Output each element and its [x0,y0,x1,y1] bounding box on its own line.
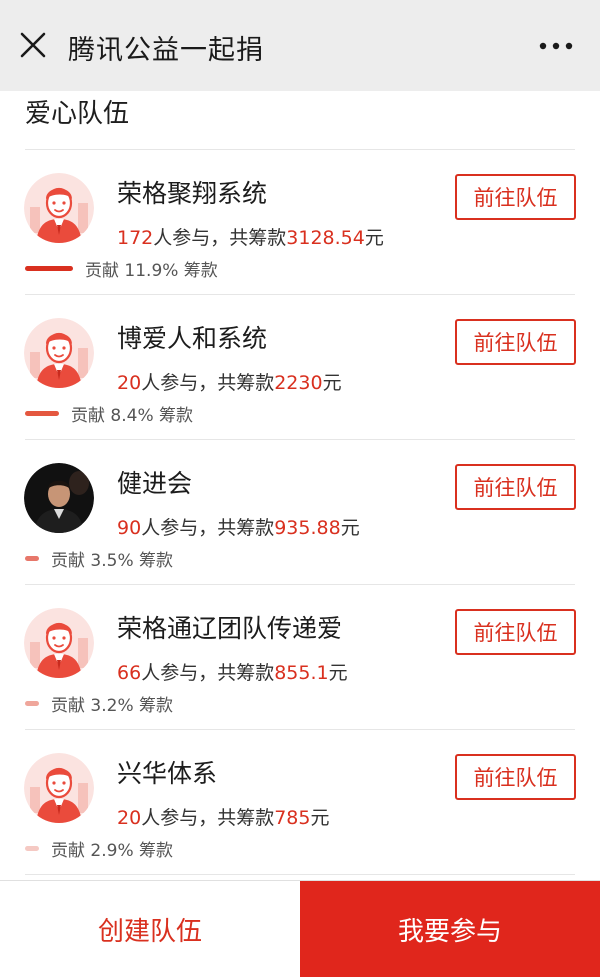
team-stats: 20人参与，共筹款2230元 [117,368,342,395]
join-button[interactable]: 我要参与 [300,881,600,977]
go-to-team-button[interactable]: 前往队伍 [455,754,576,800]
raised-amount: 3128.54 [286,227,365,249]
raised-amount: 935.88 [274,517,341,539]
red-person-avatar [24,173,94,243]
stats-label: 人参与，共筹款 [141,372,275,394]
contribution: 贡献 3.2% 筹款 [25,691,173,716]
contribution-label: 贡献 2.9% 筹款 [51,841,173,861]
contribution: 贡献 3.5% 筹款 [25,546,173,571]
photo-avatar [24,463,94,533]
team-name: 兴华体系 [117,759,218,788]
participant-count: 66 [117,662,142,684]
participant-count: 172 [117,227,154,249]
raised-amount: 2230 [274,372,323,394]
participant-count: 20 [117,372,142,394]
nav-bar: 腾讯公益一起捐 [0,0,600,91]
stats-label: 人参与，共筹款 [141,807,275,829]
contribution: 贡献 2.9% 筹款 [25,836,173,861]
close-icon[interactable] [18,30,48,60]
team-name: 博爱人和系统 [117,324,268,353]
go-to-team-button[interactable]: 前往队伍 [455,319,576,365]
contribution-label: 贡献 3.2% 筹款 [51,696,173,716]
raised-amount: 855.1 [274,662,329,684]
stats-label: 人参与，共筹款 [141,662,275,684]
go-to-team-button[interactable]: 前往队伍 [455,174,576,220]
team-name: 荣格聚翔系统 [117,179,268,208]
currency-unit: 元 [328,662,348,684]
red-person-avatar [24,318,94,388]
red-person-avatar [24,608,94,678]
more-dots-icon[interactable] [538,36,574,56]
team-row: 博爱人和系统 20人参与，共筹款2230元贡献 8.4% 筹款 前往队伍 [0,295,600,440]
team-row: 兴华体系 20人参与，共筹款785元贡献 2.9% 筹款 前往队伍 [0,730,600,875]
team-row: 健进会 90人参与，共筹款935.88元贡献 3.5% 筹款 前往队伍 [0,440,600,585]
currency-unit: 元 [310,807,330,829]
contribution-label: 贡献 8.4% 筹款 [71,406,193,426]
contribution-label: 贡献 3.5% 筹款 [51,551,173,571]
contribution-bar [25,556,39,561]
contribution-bar [25,266,73,271]
team-stats: 20人参与，共筹款785元 [117,803,329,830]
currency-unit: 元 [364,227,384,249]
bottom-action-bar: 创建队伍 我要参与 [0,880,600,977]
page-title: 腾讯公益一起捐 [68,35,264,66]
red-person-avatar [24,753,94,823]
team-row: 荣格通辽团队传递爱 66人参与，共筹款855.1元贡献 3.2% 筹款 前往队伍 [0,585,600,730]
raised-amount: 785 [274,807,311,829]
currency-unit: 元 [340,517,360,539]
create-team-button[interactable]: 创建队伍 [0,881,300,977]
contribution-bar [25,411,59,416]
contribution: 贡献 11.9% 筹款 [25,256,218,281]
go-to-team-button[interactable]: 前往队伍 [455,464,576,510]
section-title: 爱心队伍 [25,99,130,129]
team-stats: 66人参与，共筹款855.1元 [117,658,348,685]
stats-label: 人参与，共筹款 [153,227,287,249]
contribution-bar [25,846,39,851]
contribution-label: 贡献 11.9% 筹款 [85,261,218,281]
team-stats: 90人参与，共筹款935.88元 [117,513,360,540]
team-row: 荣格聚翔系统 172人参与，共筹款3128.54元贡献 11.9% 筹款 前往队伍 [0,150,600,295]
participant-count: 90 [117,517,142,539]
team-stats: 172人参与，共筹款3128.54元 [117,223,384,250]
team-list: 荣格聚翔系统 172人参与，共筹款3128.54元 贡献 11.9% 筹款 前往队伍博… [0,150,600,875]
participant-count: 20 [117,807,142,829]
currency-unit: 元 [322,372,342,394]
go-to-team-button[interactable]: 前往队伍 [455,609,576,655]
team-name: 荣格通辽团队传递爱 [117,614,343,643]
contribution: 贡献 8.4% 筹款 [25,401,193,426]
team-name: 健进会 [117,469,193,498]
stats-label: 人参与，共筹款 [141,517,275,539]
contribution-bar [25,701,39,706]
